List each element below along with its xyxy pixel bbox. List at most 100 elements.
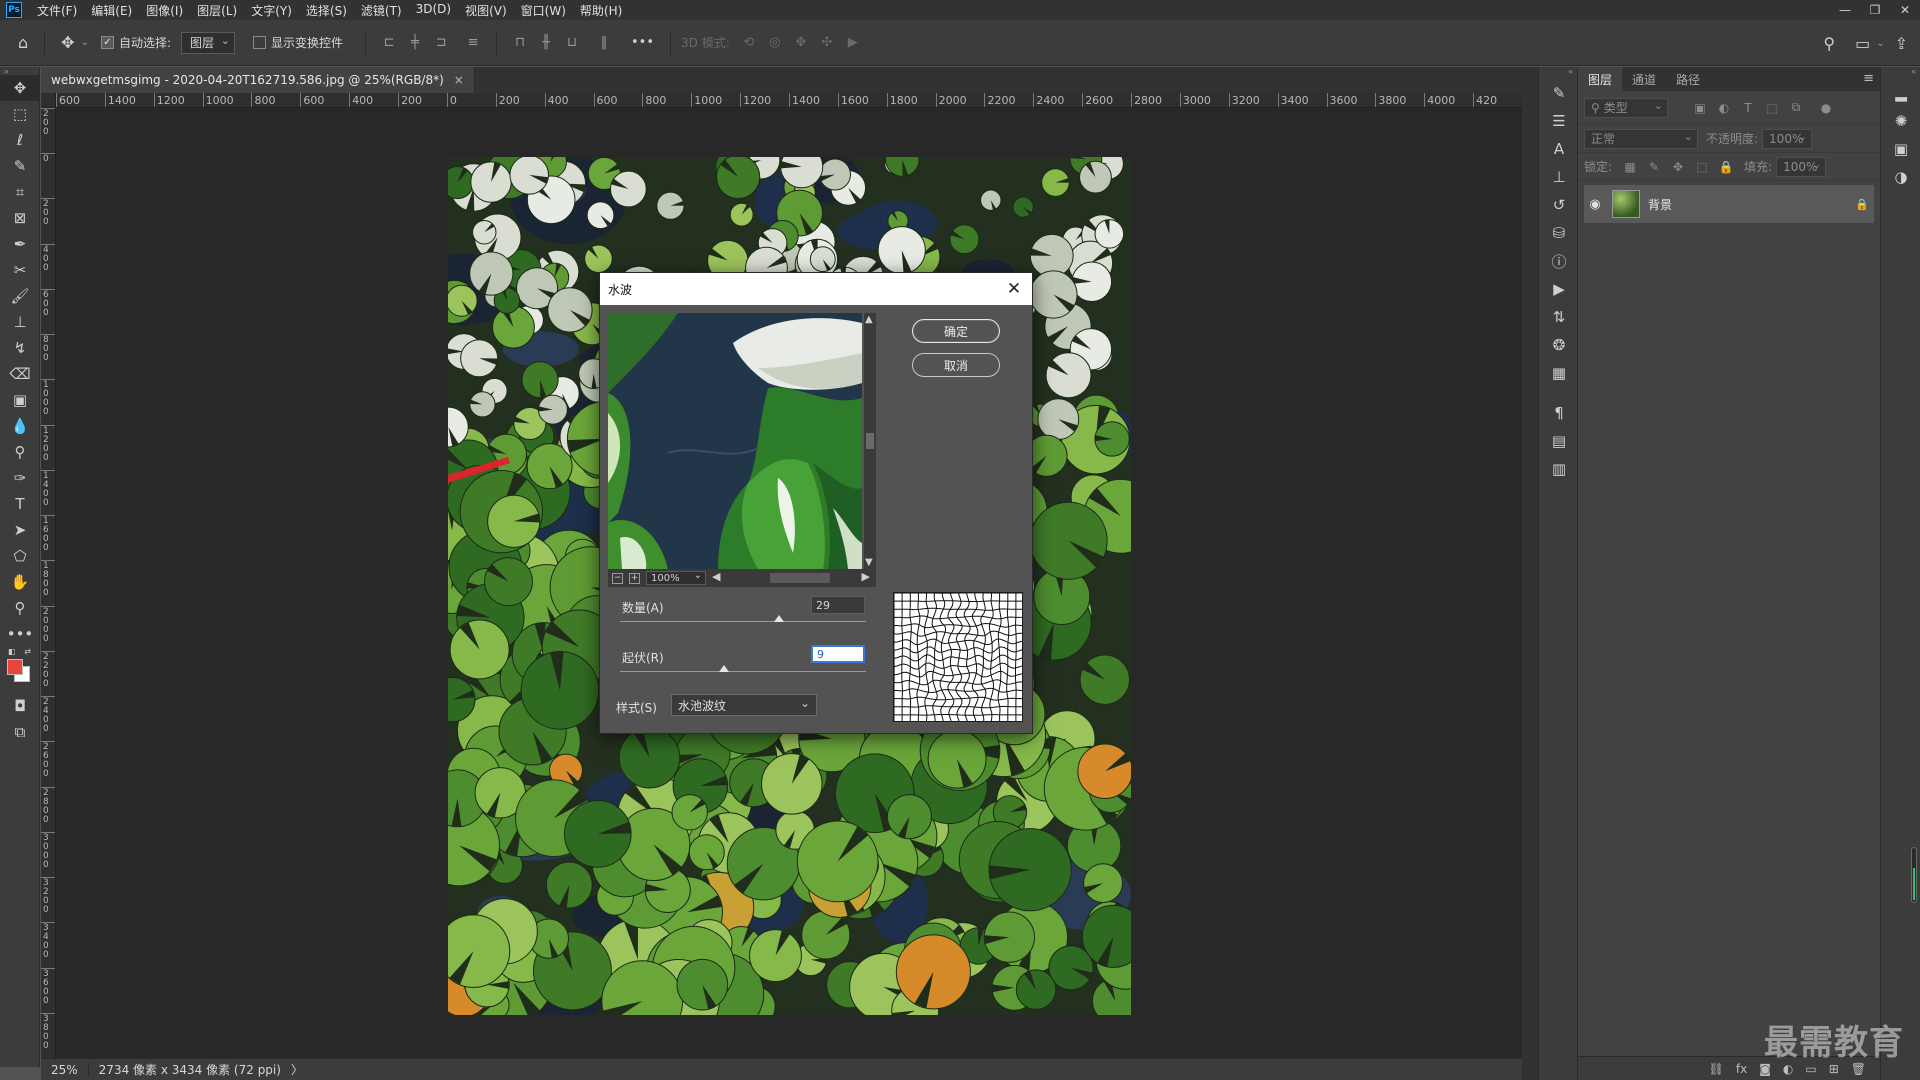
more-tools-icon[interactable]: ••• xyxy=(0,621,40,647)
lock-transparent-icon[interactable]: ▦ xyxy=(1620,157,1640,177)
scroll-indicator[interactable] xyxy=(1911,847,1917,903)
ridges-input[interactable]: 9 xyxy=(811,645,865,663)
type-tool-icon[interactable]: T xyxy=(0,491,40,517)
tab-paths[interactable]: 路径 xyxy=(1666,67,1710,91)
crop-tool-icon[interactable]: ⌗ xyxy=(0,179,40,205)
filter-pixel-icon[interactable]: ▣ xyxy=(1690,98,1710,118)
scroll-up-icon[interactable]: ▲ xyxy=(865,314,873,325)
workspace-icon[interactable]: ▭ xyxy=(1855,34,1870,53)
amount-input[interactable]: 29 xyxy=(811,596,865,614)
status-menu-arrow[interactable]: 〉 xyxy=(291,1061,303,1078)
chevron-down-icon[interactable]: ⌄ xyxy=(81,37,89,48)
document-tab[interactable]: webwxgetmsgimg - 2020-04-20T162719.586.j… xyxy=(41,67,475,93)
tab-channels[interactable]: 通道 xyxy=(1622,67,1666,91)
align-bottom-icon[interactable]: ⊔ xyxy=(563,34,581,52)
frame-tool-icon[interactable]: ⊠ xyxy=(0,205,40,231)
shape-tool-icon[interactable]: ⬠ xyxy=(0,543,40,569)
horizontal-ruler[interactable]: 600 1400 1200 1000 800 600 400 200 0 200 400 600 800… xyxy=(56,93,1522,108)
lock-pixels-icon[interactable]: ✎ xyxy=(1644,157,1664,177)
move-tool-icon[interactable]: ✥ xyxy=(0,75,40,101)
histogram-icon[interactable]: ▂ xyxy=(1881,79,1920,107)
layer-row[interactable]: ◉ 背景 🔒 xyxy=(1584,185,1874,223)
filter-preview[interactable] xyxy=(608,313,862,569)
cancel-button[interactable]: 取消 xyxy=(912,353,1000,377)
home-icon[interactable]: ⌂ xyxy=(18,33,28,52)
pen-tool-icon[interactable]: ✑ xyxy=(0,465,40,491)
amount-slider[interactable] xyxy=(620,615,866,622)
close-icon[interactable]: × xyxy=(454,73,464,87)
ridges-slider-thumb[interactable] xyxy=(718,665,729,672)
quick-select-tool-icon[interactable]: ✎ xyxy=(0,153,40,179)
zoom-tool-icon[interactable]: ⚲ xyxy=(0,595,40,621)
menu-item-9[interactable]: 窗口(W) xyxy=(514,2,573,19)
ridges-slider[interactable] xyxy=(620,665,866,672)
eyedropper-tool-icon[interactable]: ✒ xyxy=(0,231,40,257)
lock-position-icon[interactable]: ✥ xyxy=(1668,157,1688,177)
panel-menu-icon[interactable]: ≡ xyxy=(1863,71,1874,86)
history-brush-tool-icon[interactable]: ↯ xyxy=(0,335,40,361)
navigator-icon[interactable]: ⇅ xyxy=(1539,303,1579,331)
distribute-icon[interactable]: ≡ xyxy=(464,34,482,52)
fill-field[interactable]: 100% xyxy=(1776,156,1827,177)
align-right-icon[interactable]: ⊐ xyxy=(432,34,450,52)
ok-button[interactable]: 确定 xyxy=(912,319,1000,343)
blur-tool-icon[interactable]: 💧 xyxy=(0,413,40,439)
filter-smart-icon[interactable]: ⧉ xyxy=(1786,98,1806,118)
scroll-right-icon[interactable]: ▶ xyxy=(862,570,870,583)
align-left-icon[interactable]: ⊏ xyxy=(380,34,398,52)
style-dropdown[interactable]: 水池波纹 xyxy=(671,694,817,716)
hand-tool-icon[interactable]: ✋ xyxy=(0,569,40,595)
share-icon[interactable]: ⇪ xyxy=(1895,34,1908,53)
stamp-tool-icon[interactable]: ⊥ xyxy=(0,309,40,335)
eraser-tool-icon[interactable]: ⌫ xyxy=(0,361,40,387)
actions-play-icon[interactable]: ▶ xyxy=(1539,275,1579,303)
marquee-tool-icon[interactable]: ⬚ xyxy=(0,101,40,127)
layer-filter-dropdown[interactable]: ⚲ 类型 xyxy=(1584,97,1668,118)
menu-item-3[interactable]: 图层(L) xyxy=(190,2,244,19)
filter-shape-icon[interactable]: ⬚ xyxy=(1762,98,1782,118)
restore-button[interactable]: ❐ xyxy=(1860,0,1890,20)
align-center-h-icon[interactable]: ╪ xyxy=(406,34,424,52)
adjustments-icon[interactable]: ☰ xyxy=(1539,107,1579,135)
menu-item-5[interactable]: 选择(S) xyxy=(299,2,354,19)
libraries-icon[interactable]: ⛁ xyxy=(1539,219,1579,247)
quick-mask-icon[interactable]: ◘ xyxy=(0,693,40,719)
lock-all-icon[interactable]: 🔒 xyxy=(1716,157,1736,177)
move-tool-icon[interactable]: ✥ xyxy=(61,33,74,52)
dialog-titlebar[interactable]: 水波 ✕ xyxy=(600,273,1032,305)
clone-source-icon[interactable]: ⊥ xyxy=(1539,163,1579,191)
more-options-icon[interactable]: ••• xyxy=(631,35,654,50)
collapse-icon[interactable]: « xyxy=(1539,67,1577,79)
canvas-vertical-scrollbar[interactable] xyxy=(1522,93,1538,1080)
collapse-icon[interactable]: « xyxy=(1881,67,1920,79)
layer-select-dropdown[interactable]: 图层 xyxy=(181,31,235,54)
brush-settings-icon[interactable]: ✎ xyxy=(1539,79,1579,107)
vertical-ruler[interactable]: 200 0 200 400 600 800 1000 1200 1400 1600 1800 2000… xyxy=(41,108,56,1058)
paragraph-icon[interactable]: ¶ xyxy=(1539,399,1579,427)
align-middle-v-icon[interactable]: ╫ xyxy=(537,34,555,52)
auto-select-checkbox[interactable]: ✓ xyxy=(100,36,114,49)
healing-tool-icon[interactable]: ✂ xyxy=(0,257,40,283)
gradient-tool-icon[interactable]: ▣ xyxy=(0,387,40,413)
screen-mode-icon[interactable]: ⧉ xyxy=(0,719,40,745)
show-transform-checkbox[interactable] xyxy=(253,36,266,49)
preview-zoom-dropdown[interactable]: 100% xyxy=(646,570,706,585)
link-layers-icon[interactable]: ⛓ xyxy=(1709,1062,1724,1076)
eye-icon[interactable]: ◉ xyxy=(1584,197,1606,212)
zoom-in-icon[interactable]: + xyxy=(629,572,640,584)
dodge-tool-icon[interactable]: ⚲ xyxy=(0,439,40,465)
preview-scroll-thumb[interactable] xyxy=(866,433,874,449)
distribute-v-icon[interactable]: ‖ xyxy=(595,34,613,52)
menu-item-4[interactable]: 文字(Y) xyxy=(244,2,299,19)
menu-item-7[interactable]: 3D(D) xyxy=(409,2,458,19)
filter-toggle-icon[interactable]: ● xyxy=(1816,98,1836,118)
scroll-left-icon[interactable]: ◀ xyxy=(712,570,720,583)
fx-icon[interactable]: fx xyxy=(1736,1062,1747,1076)
menu-item-2[interactable]: 图像(I) xyxy=(139,2,190,19)
notes-icon[interactable]: ▥ xyxy=(1539,455,1579,483)
info-icon[interactable]: ⓘ xyxy=(1539,247,1579,275)
filter-type-icon[interactable]: T xyxy=(1738,98,1758,118)
3d-icon[interactable]: ❂ xyxy=(1539,331,1579,359)
close-icon[interactable]: ✕ xyxy=(1004,279,1024,299)
preview-vertical-scrollbar[interactable]: ▲ ▼ xyxy=(864,313,876,569)
